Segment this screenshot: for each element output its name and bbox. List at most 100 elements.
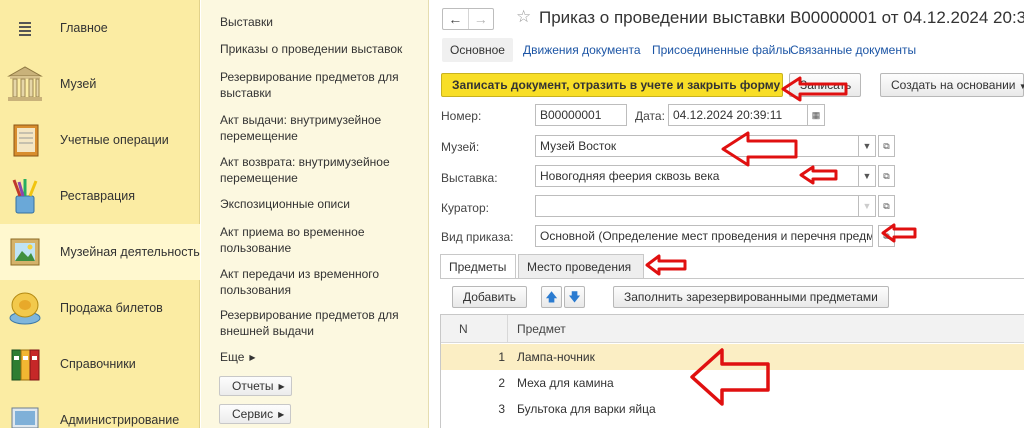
nav-label: Справочники — [60, 357, 136, 371]
open-form-icon[interactable]: ⧉ — [878, 225, 895, 247]
history-nav: ← → — [442, 8, 494, 30]
add-button[interactable]: Добавить — [452, 286, 528, 308]
row-item: Меха для камина — [517, 376, 614, 390]
move-up-icon[interactable]: 🡅 — [541, 286, 562, 308]
forward-arrow-icon[interactable]: → — [467, 9, 494, 29]
more-label: Еще — [220, 350, 245, 364]
nav-label: Администрирование — [60, 413, 180, 427]
paint-brushes-icon — [6, 176, 44, 216]
star-icon[interactable]: ☆ — [516, 7, 531, 27]
nav-label: Музей — [60, 77, 97, 91]
nav-item-museum[interactable]: Музей — [0, 56, 200, 112]
tab-main[interactable]: Основное — [442, 38, 513, 62]
nav-item-museum-activity[interactable]: Музейная деятельность — [0, 224, 200, 280]
triangle-right-icon: ▶ — [278, 410, 285, 419]
ledger-book-icon — [6, 120, 44, 160]
curator-label: Куратор: — [441, 201, 489, 215]
nav-label: Учетные операции — [60, 133, 169, 147]
open-form-icon[interactable]: ⧉ — [878, 135, 895, 157]
document-form: ← → ☆ Приказ о проведении выставки В0000… — [430, 0, 1024, 428]
date-field[interactable]: 04.12.2024 20:39:11 — [668, 104, 808, 126]
move-down-icon[interactable]: 🡇 — [564, 286, 585, 308]
museum-building-icon — [6, 64, 44, 104]
open-form-icon[interactable]: ⧉ — [878, 165, 895, 187]
link-temporary-transfer-act[interactable]: Акт передачи из временного пользования — [220, 266, 420, 298]
picture-frame-icon — [6, 232, 44, 272]
tab-attached-files[interactable]: Присоединенные файлы — [652, 38, 791, 62]
column-header-item[interactable]: Предмет — [517, 322, 566, 336]
app-window: Главное Музей Учетные операции Реставрац… — [0, 0, 1024, 428]
post-and-close-button[interactable]: Записать документ, отразить в учете и за… — [441, 73, 783, 97]
museum-field[interactable]: Музей Восток — [535, 135, 859, 157]
column-header-n[interactable]: N — [459, 322, 468, 336]
tab-venue[interactable]: Место проведения — [518, 254, 644, 279]
chevron-down-icon[interactable]: ▼ — [859, 165, 876, 187]
nav-item-restoration[interactable]: Реставрация — [0, 168, 200, 224]
curator-field[interactable] — [535, 195, 859, 217]
more-link[interactable]: Еще ▶ — [220, 349, 420, 366]
items-table: N Предмет 1 Лампа-ночник 2 Меха для ками… — [440, 314, 1024, 428]
link-reserve-items-exhibition[interactable]: Резервирование предметов для выставки — [220, 69, 420, 101]
number-label: Номер: — [441, 109, 482, 123]
tab-document-movements[interactable]: Движения документа — [523, 38, 641, 62]
open-form-icon[interactable]: ⧉ — [878, 195, 895, 217]
exhibition-field[interactable]: Новогодняя феерия сквозь века — [535, 165, 859, 187]
nav-label: Музейная деятельность — [60, 245, 200, 259]
row-number: 3 — [498, 402, 505, 416]
fill-reserved-button[interactable]: Заполнить зарезервированными предметами — [613, 286, 889, 308]
link-exhibition-orders[interactable]: Приказы о проведении выставок — [220, 41, 420, 57]
ticket-disc-icon — [6, 288, 44, 328]
link-exposition-inventories[interactable]: Экспозиционные описи — [220, 196, 420, 212]
link-reserve-items-external[interactable]: Резервирование предметов для внешней выд… — [220, 307, 420, 339]
table-row[interactable]: 3 Бультока для варки яйца — [441, 396, 1024, 422]
nav-item-ticket-sales[interactable]: Продажа билетов — [0, 280, 200, 336]
museum-label: Музей: — [441, 140, 480, 154]
tab-divider — [440, 278, 1024, 279]
page-title: Приказ о проведении выставки В00000001 о… — [539, 8, 1024, 27]
number-field[interactable]: В00000001 — [535, 104, 627, 126]
nav-item-catalogs[interactable]: Справочники — [0, 336, 200, 392]
menu-icon — [6, 8, 44, 48]
create-based-on-label: Создать на основании — [891, 78, 1016, 92]
table-row[interactable]: 2 Меха для камина — [441, 370, 1024, 396]
triangle-down-icon: ▼ — [1018, 82, 1024, 91]
date-label: Дата: — [635, 109, 665, 123]
tab-items[interactable]: Предметы — [440, 254, 516, 279]
reports-label: Отчеты — [232, 379, 274, 393]
binders-icon — [6, 344, 44, 384]
section-panel: Главное Музей Учетные операции Реставрац… — [0, 0, 200, 428]
row-item: Лампа-ночник — [517, 350, 595, 364]
nav-item-administration[interactable]: Администрирование — [0, 392, 200, 428]
link-issue-act-internal[interactable]: Акт выдачи: внутримузейное перемещение — [220, 112, 420, 144]
column-divider — [507, 315, 508, 343]
create-based-on-button[interactable]: Создать на основании ▼ — [880, 73, 1024, 97]
triangle-right-icon: ▶ — [278, 382, 285, 391]
chevron-down-icon[interactable]: ▼ — [859, 135, 876, 157]
row-item: Бультока для варки яйца — [517, 402, 656, 416]
link-return-act-internal[interactable]: Акт возврата: внутримузейное перемещение — [220, 154, 420, 186]
order-type-field[interactable]: Основной (Определение мест проведения и … — [535, 225, 873, 247]
table-header: N Предмет — [441, 315, 1024, 343]
function-panel: Выставки Приказы о проведении выставок Р… — [201, 0, 429, 428]
nav-label: Продажа билетов — [60, 301, 163, 315]
row-number: 1 — [498, 350, 505, 364]
admin-computer-icon — [6, 400, 44, 428]
triangle-right-icon: ▶ — [249, 353, 256, 362]
nav-label: Реставрация — [60, 189, 135, 203]
chevron-down-icon[interactable]: ▼ — [859, 195, 876, 217]
exhibition-label: Выставка: — [441, 171, 498, 185]
nav-label: Главное — [60, 21, 108, 35]
tab-related-documents[interactable]: Связанные документы — [790, 38, 916, 62]
order-type-label: Вид приказа: — [441, 230, 514, 244]
calendar-icon[interactable]: ▦ — [808, 104, 825, 126]
nav-item-main[interactable]: Главное — [0, 0, 200, 56]
table-row[interactable]: 1 Лампа-ночник — [441, 344, 1024, 370]
reports-button[interactable]: Отчеты ▶ — [219, 376, 292, 396]
link-temporary-receipt-act[interactable]: Акт приема во временное пользование — [220, 224, 420, 256]
service-label: Сервис — [232, 407, 274, 421]
nav-item-accounting[interactable]: Учетные операции — [0, 112, 200, 168]
save-button[interactable]: Записать — [789, 73, 861, 97]
back-arrow-icon[interactable]: ← — [443, 9, 468, 29]
link-exhibitions[interactable]: Выставки — [220, 14, 420, 30]
service-button[interactable]: Сервис ▶ — [219, 404, 292, 424]
